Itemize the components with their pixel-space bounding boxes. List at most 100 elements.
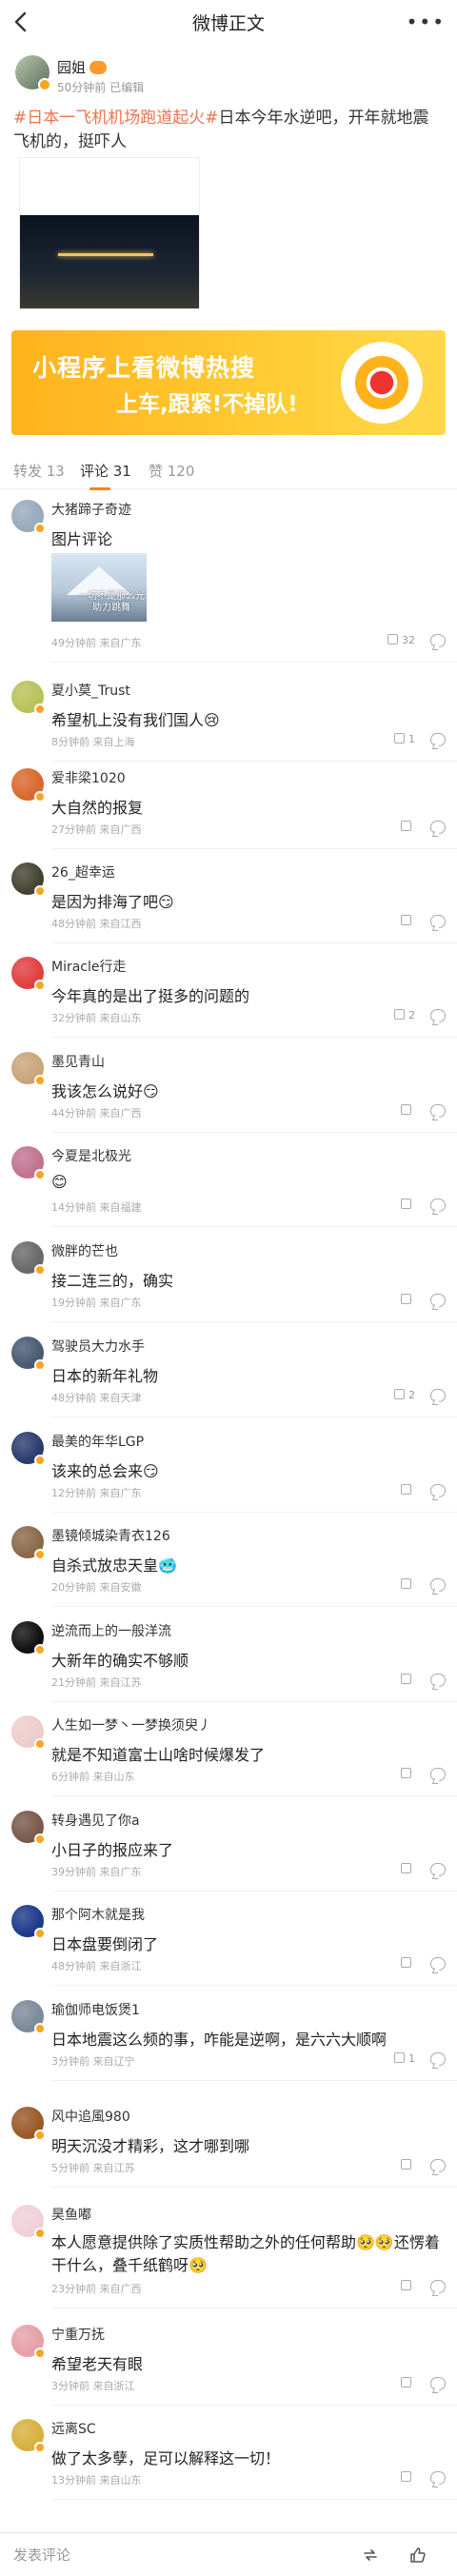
commenter-avatar[interactable] [11, 1621, 46, 1655]
commenter-name[interactable]: 驾驶员大力水手 [51, 1337, 145, 1356]
commenter-avatar[interactable] [11, 2205, 46, 2239]
commenter-avatar[interactable] [11, 768, 46, 803]
comment-reply-icon[interactable] [430, 1484, 446, 1497]
comment-reply-icon[interactable] [430, 1009, 446, 1022]
comment-like-button[interactable] [401, 1484, 415, 1496]
comment-reply-icon[interactable] [430, 2377, 446, 2390]
comment-like-button[interactable]: 1 [394, 2052, 415, 2065]
commenter-name[interactable]: 宁重万抚 [51, 2325, 105, 2344]
commenter-avatar[interactable] [11, 1526, 46, 1560]
commenter-avatar[interactable] [11, 500, 46, 534]
comment-like-button[interactable] [401, 821, 415, 833]
comment-like-button[interactable] [401, 2377, 415, 2389]
commenter-name[interactable]: 人生如一梦丶一梦换须臾丿 [51, 1715, 211, 1734]
commenter-avatar[interactable] [11, 1432, 46, 1466]
weibo-post: 园姐 50分钟前 已编辑 #日本一飞机机场跑道起火#日本今年水逆吧，开年就地震飞… [0, 50, 457, 154]
commenter-name[interactable]: 墨镜倾城染青衣126 [51, 1526, 170, 1545]
commenter-name[interactable]: 微胖的芒也 [51, 1241, 118, 1260]
commenter-name[interactable]: 今夏是北极光 [51, 1146, 131, 1165]
comment-like-button[interactable] [401, 1674, 415, 1686]
comment-like-button[interactable]: 2 [394, 1009, 415, 1021]
commenter-avatar[interactable] [11, 1715, 46, 1750]
comment-reply-icon[interactable] [430, 1957, 446, 1971]
comment-like-button[interactable] [401, 2471, 415, 2484]
commenter-avatar[interactable] [11, 1811, 46, 1845]
comment-reply-icon[interactable] [430, 1674, 446, 1687]
comment-reply-icon[interactable] [430, 1578, 446, 1592]
comment-reply-icon[interactable] [430, 1768, 446, 1781]
verified-badge-icon [34, 703, 46, 715]
comment-divider [51, 761, 457, 762]
comment-like-button[interactable] [401, 915, 415, 927]
commenter-avatar[interactable] [11, 957, 46, 991]
commenter-name[interactable]: 夏小莫_Trust [51, 681, 130, 700]
comment-reply-icon[interactable] [430, 1389, 446, 1402]
comment-reply-icon[interactable] [430, 1199, 446, 1212]
comment-like-button[interactable] [401, 2280, 415, 2292]
topic-link[interactable]: #日本一飞机机场跑道起火# [13, 109, 219, 128]
commenter-name[interactable]: 转身遇见了你a [51, 1811, 140, 1830]
comment-reply-icon[interactable] [430, 2471, 446, 2485]
commenter-avatar[interactable] [11, 2419, 46, 2453]
author-name[interactable]: 园姐 [57, 57, 108, 77]
comment-like-button[interactable] [401, 1957, 415, 1970]
commenter-name[interactable]: 26_超幸运 [51, 862, 115, 882]
commenter-name[interactable]: 墨见青山 [51, 1052, 105, 1071]
back-arrow-icon[interactable] [10, 10, 34, 34]
commenter-avatar[interactable] [11, 2325, 46, 2359]
commenter-name[interactable]: 那个阿木就是我 [51, 1905, 145, 1924]
tab-comments[interactable]: 评论 31 [80, 461, 131, 481]
commenter-name[interactable]: 爱非梁1020 [51, 768, 126, 787]
commenter-name[interactable]: 逆流而上的一般洋流 [51, 1621, 171, 1640]
comment-like-button[interactable] [401, 1104, 415, 1117]
commenter-avatar[interactable] [11, 2000, 46, 2034]
tab-likes[interactable]: 赞 120 [149, 461, 194, 481]
comment-like-button[interactable] [401, 1294, 415, 1306]
comment-input[interactable]: 发表评论 [13, 2545, 70, 2565]
repost-icon[interactable] [362, 2546, 379, 2564]
verified-badge-icon [34, 1169, 46, 1180]
comment-reply-icon[interactable] [430, 2280, 446, 2293]
commenter-avatar[interactable] [11, 1337, 46, 1371]
comment-like-button[interactable]: 2 [394, 1389, 415, 1401]
like-icon[interactable] [409, 2546, 427, 2564]
comment-reply-icon[interactable] [430, 2052, 446, 2066]
comment-reply-icon[interactable] [430, 821, 446, 834]
tab-reposts[interactable]: 转发 13 [13, 461, 65, 481]
comment-reply-icon[interactable] [430, 2159, 446, 2172]
commenter-name[interactable]: 瑜伽师电饭煲1 [51, 2000, 140, 2019]
author-avatar[interactable] [15, 55, 51, 91]
comment-like-button[interactable] [401, 1863, 415, 1875]
comment-like-button[interactable] [401, 2159, 415, 2171]
comment-meta: 48分钟前 来自浙江 [51, 1960, 142, 1972]
comment-like-button[interactable] [401, 1768, 415, 1780]
commenter-name[interactable]: 风中追風980 [51, 2107, 130, 2126]
commenter-avatar[interactable] [11, 1241, 46, 1276]
comment-reply-icon[interactable] [430, 1863, 446, 1876]
commenter-avatar[interactable] [11, 1052, 46, 1086]
comment-reply-icon[interactable] [430, 915, 446, 928]
comment-like-button[interactable]: 1 [394, 733, 415, 745]
comment-like-button[interactable]: 32 [387, 634, 415, 646]
more-options-icon[interactable]: ••• [407, 12, 446, 31]
commenter-name[interactable]: 最美的年华LGP [51, 1432, 144, 1451]
commenter-name[interactable]: 昊鱼嘟 [51, 2205, 91, 2224]
commenter-name[interactable]: 远离SC [51, 2419, 96, 2438]
commenter-avatar[interactable] [11, 862, 46, 897]
commenter-avatar[interactable] [11, 1146, 46, 1180]
commenter-name[interactable]: Miracle行走 [51, 957, 127, 976]
post-image[interactable] [19, 157, 200, 309]
comment-text: 日本的新年礼物 [51, 1367, 159, 1385]
commenter-avatar[interactable] [11, 681, 46, 715]
commenter-avatar[interactable] [11, 1905, 46, 1939]
comment-reply-icon[interactable] [430, 733, 446, 746]
comment-reply-icon[interactable] [430, 1294, 446, 1307]
comment-reply-icon[interactable] [430, 1104, 446, 1118]
comment-like-button[interactable] [401, 1199, 415, 1211]
commenter-avatar[interactable] [11, 2107, 46, 2141]
comment-reply-icon[interactable] [430, 634, 446, 647]
comment-image[interactable]: 一切不是那么光 助力跳舞 [51, 553, 147, 622]
comment-like-button[interactable] [401, 1578, 415, 1591]
commenter-name[interactable]: 大猪蹄子奇迹 [51, 500, 131, 519]
mini-program-banner[interactable]: 小程序上看微博热搜 上车,跟紧!不掉队! [11, 330, 446, 435]
